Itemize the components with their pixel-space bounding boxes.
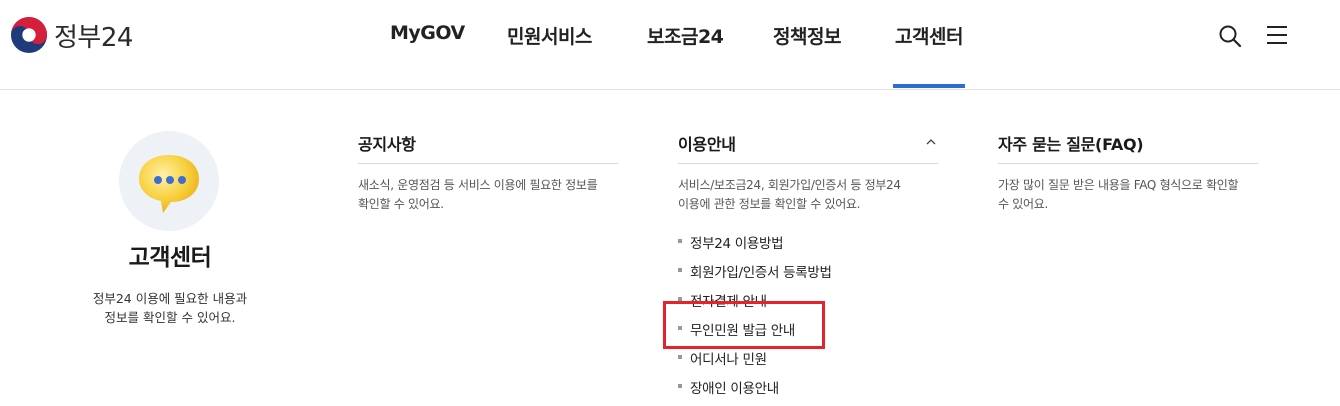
column-description-line: 서비스/보조금24, 회원가입/인증서 등 정부24 bbox=[678, 178, 901, 192]
section-title: 고객센터 bbox=[128, 245, 212, 271]
column-description-line: 수 있어요. bbox=[998, 197, 1048, 211]
nav-item-customer-center[interactable]: 고객센터 bbox=[893, 22, 965, 88]
speech-bubble-icon bbox=[139, 155, 199, 213]
column-description-line: 확인할 수 있어요. bbox=[358, 197, 444, 211]
column-title-usage-guide[interactable]: 이용안내 bbox=[678, 131, 938, 164]
column-description-line: 이용에 관한 정보를 확인할 수 있어요. bbox=[678, 197, 861, 211]
global-header: 정부24 MyGOV 민원서비스 보조금24 정책정보 고객센터 bbox=[0, 0, 1340, 90]
hamburger-menu-icon[interactable] bbox=[1266, 24, 1288, 46]
column-description-line: 가장 많이 질문 받은 내용을 FAQ 형식으로 확인할 bbox=[998, 178, 1239, 192]
column-title-faq[interactable]: 자주 묻는 질문(FAQ) bbox=[998, 131, 1258, 164]
column-title-notices[interactable]: 공지사항 bbox=[358, 131, 618, 164]
section-description: 정부24 이용에 필요한 내용과 정보를 확인할 수 있어요. bbox=[0, 289, 340, 327]
column-title-label: 이용안내 bbox=[678, 135, 736, 154]
menu-column-notices: 공지사항 새소식, 운영점검 등 서비스 이용에 필요한 정보를 확인할 수 있… bbox=[358, 131, 618, 214]
nav-item-civil-services[interactable]: 민원서비스 bbox=[507, 22, 592, 49]
nav-item-subsidy24[interactable]: 보조금24 bbox=[647, 22, 724, 49]
submenu-item-anywhere-civil[interactable]: 어디서나 민원 bbox=[678, 348, 938, 377]
submenu-item-signup-certificate[interactable]: 회원가입/인증서 등록방법 bbox=[678, 261, 938, 290]
column-description: 서비스/보조금24, 회원가입/인증서 등 정부24 이용에 관한 정보를 확인… bbox=[678, 176, 938, 214]
column-description: 새소식, 운영점검 등 서비스 이용에 필요한 정보를 확인할 수 있어요. bbox=[358, 176, 618, 214]
submenu-item-how-to-use[interactable]: 정부24 이용방법 bbox=[678, 232, 938, 261]
chevron-up-icon[interactable] bbox=[926, 137, 936, 147]
nav-item-policy-info[interactable]: 정책정보 bbox=[773, 22, 841, 49]
nav-item-mygov[interactable]: MyGOV bbox=[390, 22, 465, 44]
menu-column-usage-guide: 이용안내 서비스/보조금24, 회원가입/인증서 등 정부24 이용에 관한 정… bbox=[678, 131, 938, 406]
menu-column-faq: 자주 묻는 질문(FAQ) 가장 많이 질문 받은 내용을 FAQ 형식으로 확… bbox=[998, 131, 1258, 214]
highlight-annotation-box bbox=[663, 301, 825, 349]
section-description-line: 정부24 이용에 필요한 내용과 bbox=[92, 291, 248, 306]
submenu-item-accessibility[interactable]: 장애인 이용안내 bbox=[678, 377, 938, 406]
section-description-line: 정보를 확인할 수 있어요. bbox=[104, 310, 236, 325]
intro-illustration bbox=[119, 131, 219, 231]
column-description: 가장 많이 질문 받은 내용을 FAQ 형식으로 확인할 수 있어요. bbox=[998, 176, 1258, 214]
column-description-line: 새소식, 운영점검 등 서비스 이용에 필요한 정보를 bbox=[358, 178, 598, 192]
search-icon[interactable] bbox=[1218, 24, 1242, 48]
main-navigation: MyGOV 민원서비스 보조금24 정책정보 고객센터 bbox=[0, 0, 1340, 90]
